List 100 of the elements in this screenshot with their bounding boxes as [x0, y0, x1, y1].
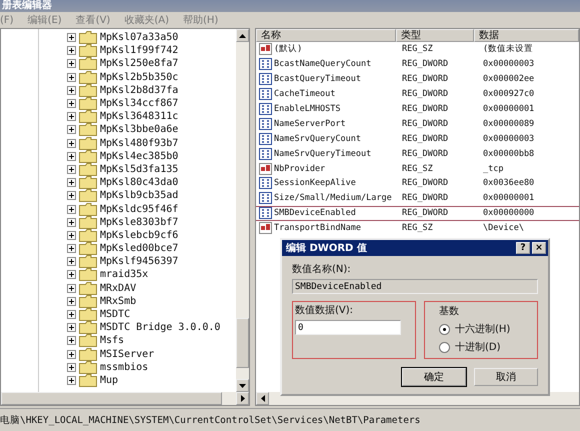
value-name[interactable]: EnableLMHOSTS — [274, 104, 341, 114]
expand-icon[interactable] — [67, 59, 76, 68]
radio-button[interactable] — [439, 324, 450, 334]
value-name[interactable]: BcastNameQueryCount — [274, 59, 372, 70]
expand-icon[interactable] — [67, 310, 76, 320]
expand-icon[interactable] — [67, 125, 76, 134]
close-button[interactable]: × — [532, 242, 546, 254]
tree-item[interactable]: MpKsl34ccf867 — [100, 98, 178, 110]
value-data-field[interactable]: 0 — [295, 320, 401, 335]
value-name[interactable]: CacheTimeout — [274, 89, 336, 100]
value-data: \Device\ — [482, 223, 525, 234]
expand-icon[interactable] — [67, 86, 76, 95]
folder-icon — [79, 57, 97, 70]
tree-item[interactable]: MpKsled00bce7 — [100, 243, 178, 254]
column-header[interactable]: 名称 — [256, 29, 396, 42]
tree-item[interactable]: MRxDAV — [100, 282, 136, 294]
tree-item[interactable]: MpKslebcb9cf6 — [100, 230, 178, 241]
scroll-left-button[interactable] — [256, 392, 269, 405]
expand-icon[interactable] — [67, 296, 76, 306]
expand-icon[interactable] — [67, 270, 76, 280]
tree-item[interactable]: MpKsl4ec385b0 — [100, 150, 178, 162]
tree-item[interactable]: MpKsl480f93b7 — [100, 138, 178, 149]
expand-icon[interactable] — [67, 33, 76, 42]
tree-item[interactable]: MpKsl1f99f742 — [100, 45, 178, 56]
expand-icon[interactable] — [67, 204, 76, 214]
column-header[interactable]: 数据 — [474, 29, 579, 42]
value-name[interactable]: TransportBindName — [274, 223, 361, 234]
scroll-thumb[interactable] — [236, 318, 249, 368]
tree-item[interactable]: MpKsle8303bf7 — [100, 216, 178, 228]
folder-icon — [79, 162, 97, 176]
value-name[interactable]: Size/Small/Medium/Large — [274, 193, 392, 204]
expand-icon[interactable] — [67, 323, 76, 332]
vertical-scrollbar[interactable] — [236, 29, 249, 392]
tree-item[interactable]: MSDTC — [100, 309, 130, 320]
expand-icon[interactable] — [67, 362, 76, 372]
scroll-down-button[interactable] — [236, 379, 249, 392]
dialog-button[interactable]: 取消 — [474, 368, 538, 386]
scroll-right-button[interactable] — [236, 392, 249, 405]
expand-icon[interactable] — [67, 350, 76, 359]
field-label: 数值数据(V): — [295, 304, 354, 317]
expand-icon[interactable] — [67, 178, 76, 188]
value-name[interactable]: SessionKeepAlive — [274, 178, 356, 188]
tree-item[interactable]: MpKsldc95f46f — [100, 204, 178, 215]
scroll-up-button[interactable] — [236, 29, 249, 42]
value-data: _tcp — [482, 164, 504, 174]
value-name[interactable]: BcastQueryTimeout — [274, 74, 361, 84]
expand-icon[interactable] — [67, 336, 76, 346]
expand-icon[interactable] — [67, 152, 76, 161]
expand-icon[interactable] — [67, 164, 76, 174]
expand-icon[interactable] — [67, 244, 76, 254]
expand-icon[interactable] — [67, 138, 76, 148]
dialog-button[interactable]: 确定 — [402, 368, 466, 386]
column-header[interactable]: 类型 — [396, 29, 474, 42]
tree-item[interactable]: MpKslf9456397 — [100, 256, 178, 268]
tree-item[interactable]: MpKsl5d3fa135 — [100, 164, 178, 175]
folder-icon — [79, 84, 97, 97]
value-data: 0x00000001 — [482, 193, 536, 204]
value-name[interactable]: NbProvider — [274, 164, 326, 174]
tree-item[interactable]: Mup — [100, 374, 118, 386]
tree-item[interactable]: MpKslb9cb35ad — [100, 190, 178, 202]
radio-label[interactable]: 十六进制(H) — [455, 322, 510, 336]
expand-icon[interactable] — [67, 284, 76, 293]
tree-item[interactable]: Msfs — [100, 335, 124, 346]
help-button[interactable]: ? — [516, 242, 530, 254]
expand-icon[interactable] — [67, 218, 76, 227]
value-name[interactable]: NameSrvQueryTimeout — [274, 148, 372, 159]
folder-icon — [79, 31, 97, 44]
tree-item[interactable]: MRxSmb — [100, 296, 136, 307]
value-name-field[interactable]: SMBDeviceEnabled — [292, 279, 538, 294]
tree-item[interactable]: MpKsl80c43da0 — [100, 177, 178, 188]
field-label: 数值名称(N): — [292, 263, 352, 276]
value-data: 0x000927c0 — [482, 89, 536, 100]
tree-item[interactable]: MpKsl07a33a50 — [100, 32, 178, 44]
expand-icon[interactable] — [67, 230, 76, 240]
value-type: REG_DWORD — [401, 193, 450, 204]
value-name[interactable]: SMBDeviceEnabled — [274, 208, 356, 218]
value-data: 0x00000003 — [482, 59, 536, 70]
expand-icon[interactable] — [67, 257, 76, 266]
tree-item[interactable]: MpKsl250e8fa7 — [100, 58, 178, 70]
expand-icon[interactable] — [67, 99, 76, 108]
expand-icon[interactable] — [67, 191, 76, 200]
value-name[interactable]: (默认) — [274, 43, 302, 56]
tree-item[interactable]: MSIServer — [100, 348, 154, 360]
expand-icon[interactable] — [67, 72, 76, 82]
radio-button[interactable] — [439, 342, 450, 352]
tree-item[interactable]: mraid35x — [100, 269, 148, 280]
tree-item[interactable]: MpKsl2b8d37fa — [100, 84, 178, 96]
tree-item[interactable]: mssmbios — [100, 362, 148, 373]
tree-item[interactable]: MpKsl2b5b350c — [100, 72, 178, 83]
tree-item[interactable]: MpKsl3bbe0a6e — [100, 124, 178, 136]
expand-icon[interactable] — [67, 112, 76, 122]
radio-label[interactable]: 十进制(D) — [455, 340, 501, 354]
expand-icon[interactable] — [67, 46, 76, 56]
value-name[interactable]: NameSrvQueryCount — [274, 134, 361, 144]
value-data: 0x000002ee — [482, 74, 536, 84]
horizontal-scrollbar[interactable] — [1, 392, 249, 405]
tree-item[interactable]: MSDTC Bridge 3.0.0.0 — [100, 322, 220, 334]
value-name[interactable]: NameServerPort — [274, 118, 346, 129]
expand-icon[interactable] — [67, 376, 76, 385]
tree-item[interactable]: MpKsl3648311c — [100, 111, 178, 122]
